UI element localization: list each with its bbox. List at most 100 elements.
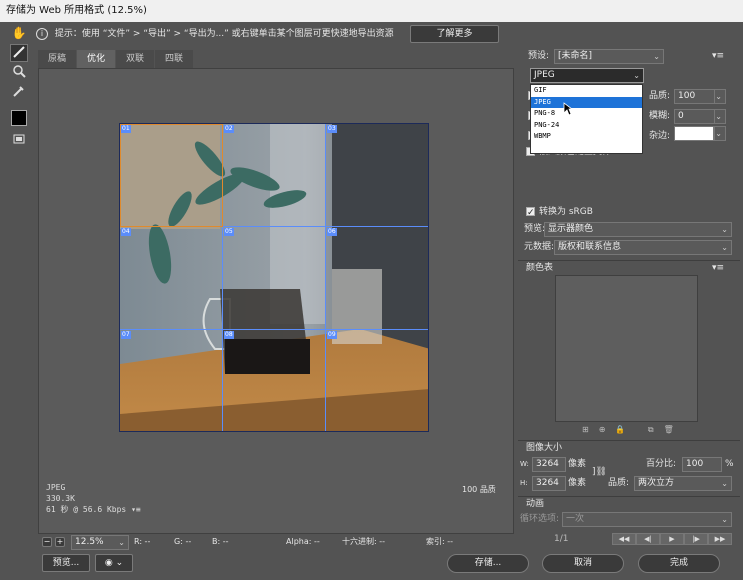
hand-tool-icon[interactable]: ✋ [10, 24, 28, 42]
next-frame-icon[interactable]: |▶ [684, 533, 708, 545]
format-option[interactable]: WBMP [531, 131, 642, 143]
slice-label[interactable]: 01 [121, 125, 131, 133]
width-unit: 像素 [568, 459, 587, 469]
metadata-label: 元数据: [524, 242, 555, 252]
height-unit: 像素 [568, 478, 587, 488]
quality-input[interactable]: 100 [674, 89, 716, 104]
zoom-in-button[interactable]: + [55, 537, 65, 547]
image-info: JPEG 330.3K 61 秒 @ 56.6 Kbps ▾≡ [46, 482, 141, 515]
chevron-down-icon: ⌄ [715, 112, 722, 121]
matte-color-swatch[interactable] [674, 126, 714, 141]
download-speed-menu-icon[interactable]: ▾≡ [131, 505, 141, 514]
width-input[interactable]: 3264 [532, 457, 566, 472]
preview-color-label: 预览: [524, 224, 546, 234]
tab-optimized[interactable]: 优化 [77, 50, 116, 68]
window-title: 存储为 Web 所用格式 (12.5%) [0, 0, 743, 22]
preview-button[interactable]: 预览... [42, 554, 90, 572]
cancel-button[interactable]: 取消 [542, 554, 624, 573]
chevron-down-icon: ⌄ [653, 52, 660, 61]
preview-color-select[interactable]: 显示器颜色 ⌄ [544, 222, 732, 237]
format-option[interactable]: JPEG [531, 96, 642, 108]
link-constrain-icon[interactable]: ]⛓ [592, 464, 607, 480]
format-select[interactable]: JPEG ⌄ [530, 68, 644, 83]
mouse-cursor-icon [563, 102, 574, 119]
height-label: H: [520, 479, 528, 487]
color-table-menu-icon: ▾≡ [711, 263, 724, 273]
status-index: 索引: -- [426, 537, 454, 546]
browser-preview-select[interactable]: ◉ ⌄ [95, 554, 133, 572]
slice-select-tool-icon[interactable] [10, 44, 28, 62]
percent-input[interactable]: 100 [682, 457, 722, 472]
format-dropdown-list[interactable]: GIF JPEG PNG-8 PNG-24 WBMP [530, 84, 643, 154]
chevron-down-icon: ⌄ [721, 479, 728, 488]
panel-menu-icon[interactable]: ▾≡ [712, 48, 724, 64]
metadata-select[interactable]: 版权和联系信息 ⌄ [554, 240, 732, 255]
tab-2-up[interactable]: 双联 [116, 50, 155, 68]
browser-icon: ◉ [104, 558, 113, 568]
prev-frame-icon[interactable]: ◀| [636, 533, 660, 545]
matte-label: 杂边: [649, 131, 671, 141]
eyedropper-color-swatch[interactable] [11, 110, 27, 126]
zoom-select[interactable]: 12.5% ⌄ [71, 535, 129, 550]
done-button[interactable]: 完成 [638, 554, 720, 573]
blur-input[interactable]: 0 [674, 109, 716, 124]
tab-original[interactable]: 原稿 [38, 50, 77, 68]
tab-4-up[interactable]: 四联 [155, 50, 194, 68]
slice-label[interactable]: 02 [224, 125, 234, 133]
learn-more-button[interactable]: 了解更多 [410, 25, 499, 43]
chevron-down-icon: ⌄ [715, 129, 722, 138]
percent-label: 百分比: [646, 459, 677, 469]
slice-label[interactable]: 05 [224, 228, 234, 236]
slice-label[interactable]: 06 [327, 228, 337, 236]
status-g: G: -- [174, 537, 192, 546]
color-table[interactable] [555, 275, 698, 422]
slice-label[interactable]: 04 [121, 228, 131, 236]
status-bar: − + 12.5% ⌄ R: -- G: -- B: -- Alpha: -- 十… [38, 534, 516, 550]
tool-panel: ✋ [8, 24, 30, 154]
percent-unit: % [725, 459, 734, 469]
color-table-tools[interactable]: ⊞⊕🔒 ⧉🗑 [582, 425, 684, 435]
chevron-down-icon: ⌄ [721, 225, 728, 234]
slice-label[interactable]: 08 [224, 331, 234, 339]
animation-controls: ◀◀ ◀| ▶ |▶ ▶▶ [612, 533, 732, 545]
format-option[interactable]: PNG-24 [531, 120, 642, 132]
toggle-slices-icon[interactable] [10, 132, 28, 150]
animation-header: 动画 [518, 496, 740, 510]
quality-dropdown[interactable]: ⌄ [714, 89, 726, 104]
frame-counter: 1/1 [554, 534, 569, 544]
view-tabs: 原稿 优化 双联 四联 [38, 50, 194, 68]
preset-select[interactable]: [未命名] ⌄ [554, 49, 664, 64]
format-option[interactable]: GIF [531, 85, 642, 97]
eyedropper-tool-icon[interactable] [10, 84, 28, 102]
preview-image[interactable]: 01 02 03 04 05 06 07 08 09 [119, 123, 429, 432]
format-option[interactable]: PNG-8 [531, 108, 642, 120]
info-download-time: 61 秒 @ 56.6 Kbps [46, 505, 127, 514]
height-input[interactable]: 3264 [532, 476, 566, 491]
play-icon[interactable]: ▶ [660, 533, 684, 545]
slice-label[interactable]: 09 [327, 331, 337, 339]
status-hex: 十六进制: -- [342, 537, 386, 546]
loop-select[interactable]: 一次 ⌄ [562, 512, 732, 527]
width-label: W: [520, 460, 529, 468]
blur-dropdown[interactable]: ⌄ [714, 109, 726, 124]
slice-label[interactable]: 07 [121, 331, 131, 339]
info-quality: 100 品质 [462, 485, 496, 494]
chevron-down-icon: ⌄ [715, 92, 722, 101]
save-button[interactable]: 存储... [447, 554, 529, 573]
loop-label: 循环选项: [520, 514, 560, 524]
selected-slice-outline [120, 124, 223, 227]
color-table-header: 颜色表 ▾≡ [518, 260, 740, 274]
status-b: B: -- [212, 537, 229, 546]
matte-dropdown[interactable]: ⌄ [714, 126, 726, 141]
status-r: R: -- [134, 537, 151, 546]
convert-srgb-option[interactable]: 转换为 sRGB [526, 204, 593, 221]
resample-select[interactable]: 两次立方 ⌄ [634, 476, 732, 491]
zoom-out-button[interactable]: − [42, 537, 52, 547]
resample-label: 品质: [608, 478, 630, 488]
last-frame-icon[interactable]: ▶▶ [708, 533, 732, 545]
preset-label: 预设: [528, 51, 550, 61]
slice-label[interactable]: 03 [327, 125, 337, 133]
zoom-tool-icon[interactable] [10, 64, 28, 82]
first-frame-icon[interactable]: ◀◀ [612, 533, 636, 545]
chevron-down-icon: ⌄ [721, 515, 728, 524]
